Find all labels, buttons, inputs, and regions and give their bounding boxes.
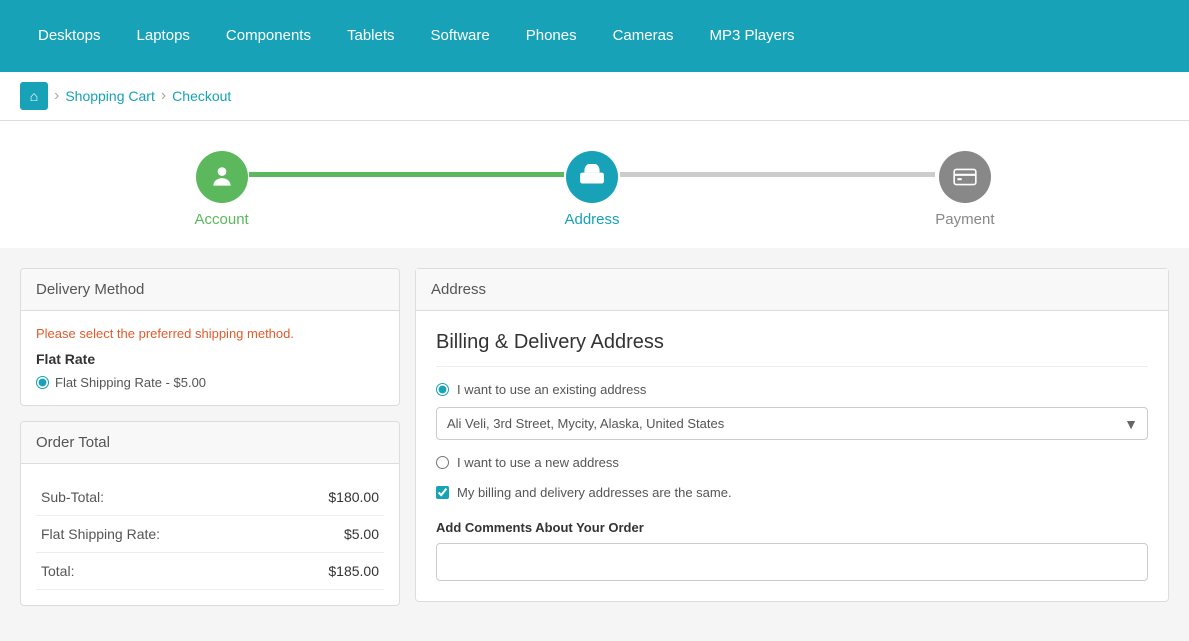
nav-tablets[interactable]: Tablets: [329, 0, 413, 72]
address-select[interactable]: Ali Veli, 3rd Street, Mycity, Alaska, Un…: [436, 407, 1148, 440]
delivery-method-body: Please select the preferred shipping met…: [21, 311, 399, 405]
step-account-circle: [196, 151, 248, 203]
shipping-notice: Please select the preferred shipping met…: [36, 326, 384, 341]
same-address-checkbox[interactable]: [436, 486, 449, 499]
order-total-panel: Order Total Sub-Total:$180.00Flat Shippi…: [20, 421, 400, 606]
flat-rate-radio[interactable]: [36, 376, 49, 389]
step-payment[interactable]: Payment: [935, 151, 994, 228]
step-payment-label: Payment: [935, 211, 994, 228]
address-radio-group: I want to use an existing address Ali Ve…: [436, 382, 1148, 470]
step-account-label: Account: [195, 211, 249, 228]
delivery-method-header: Delivery Method: [21, 269, 399, 311]
comments-label: Add Comments About Your Order: [436, 520, 1148, 535]
new-address-radio[interactable]: [436, 456, 449, 469]
stepper: Account Address: [0, 121, 1189, 248]
breadcrumb-arrow-2: ›: [161, 87, 166, 105]
new-address-label: I want to use a new address: [457, 455, 619, 470]
billing-delivery-title: Billing & Delivery Address: [436, 331, 1148, 367]
address-panel: Address Billing & Delivery Address I wan…: [415, 268, 1169, 602]
nav-laptops[interactable]: Laptops: [119, 0, 208, 72]
row-label: Total:: [36, 553, 273, 590]
existing-address-label: I want to use an existing address: [457, 382, 646, 397]
new-address-option[interactable]: I want to use a new address: [436, 455, 1148, 470]
nav-components[interactable]: Components: [208, 0, 329, 72]
step-address-label: Address: [564, 211, 619, 228]
nav-desktops[interactable]: Desktops: [20, 0, 119, 72]
nav-phones[interactable]: Phones: [508, 0, 595, 72]
row-label: Sub-Total:: [36, 479, 273, 516]
main-content: Delivery Method Please select the prefer…: [0, 248, 1189, 641]
home-icon[interactable]: ⌂: [20, 82, 48, 110]
same-address-label: My billing and delivery addresses are th…: [457, 485, 732, 500]
comments-input[interactable]: [436, 543, 1148, 581]
delivery-method-panel: Delivery Method Please select the prefer…: [20, 268, 400, 406]
row-label: Flat Shipping Rate:: [36, 516, 273, 553]
order-table: Sub-Total:$180.00Flat Shipping Rate:$5.0…: [36, 479, 384, 590]
breadcrumb-checkout[interactable]: Checkout: [172, 88, 231, 104]
step-address-circle: [566, 151, 618, 203]
step-line-1: [249, 172, 565, 177]
table-row: Total:$185.00: [36, 553, 384, 590]
order-total-header: Order Total: [21, 422, 399, 464]
existing-address-radio[interactable]: [436, 383, 449, 396]
step-address[interactable]: Address: [564, 151, 619, 228]
table-row: Sub-Total:$180.00: [36, 479, 384, 516]
nav-software[interactable]: Software: [413, 0, 508, 72]
flat-rate-option[interactable]: Flat Shipping Rate - $5.00: [36, 375, 384, 390]
nav-cameras[interactable]: Cameras: [595, 0, 692, 72]
left-panel: Delivery Method Please select the prefer…: [20, 268, 400, 621]
step-line-2: [620, 172, 936, 177]
row-value: $180.00: [273, 479, 384, 516]
right-panel: Address Billing & Delivery Address I wan…: [415, 268, 1169, 621]
nav-mp3players[interactable]: MP3 Players: [691, 0, 812, 72]
breadcrumb: ⌂ › Shopping Cart › Checkout: [0, 72, 1189, 121]
breadcrumb-arrow-1: ›: [54, 87, 59, 105]
flat-rate-label: Flat Rate: [36, 351, 384, 367]
step-account[interactable]: Account: [195, 151, 249, 228]
address-panel-header: Address: [416, 269, 1168, 311]
address-select-wrapper: Ali Veli, 3rd Street, Mycity, Alaska, Un…: [436, 407, 1148, 440]
row-value: $185.00: [273, 553, 384, 590]
breadcrumb-shopping-cart[interactable]: Shopping Cart: [65, 88, 155, 104]
flat-rate-text: Flat Shipping Rate - $5.00: [55, 375, 206, 390]
row-value: $5.00: [273, 516, 384, 553]
existing-address-option[interactable]: I want to use an existing address: [436, 382, 1148, 397]
navigation: Desktops Laptops Components Tablets Soft…: [0, 0, 1189, 72]
step-payment-circle: [939, 151, 991, 203]
address-panel-body: Billing & Delivery Address I want to use…: [416, 311, 1168, 601]
table-row: Flat Shipping Rate:$5.00: [36, 516, 384, 553]
order-total-body: Sub-Total:$180.00Flat Shipping Rate:$5.0…: [21, 464, 399, 605]
same-address-row: My billing and delivery addresses are th…: [436, 485, 1148, 500]
